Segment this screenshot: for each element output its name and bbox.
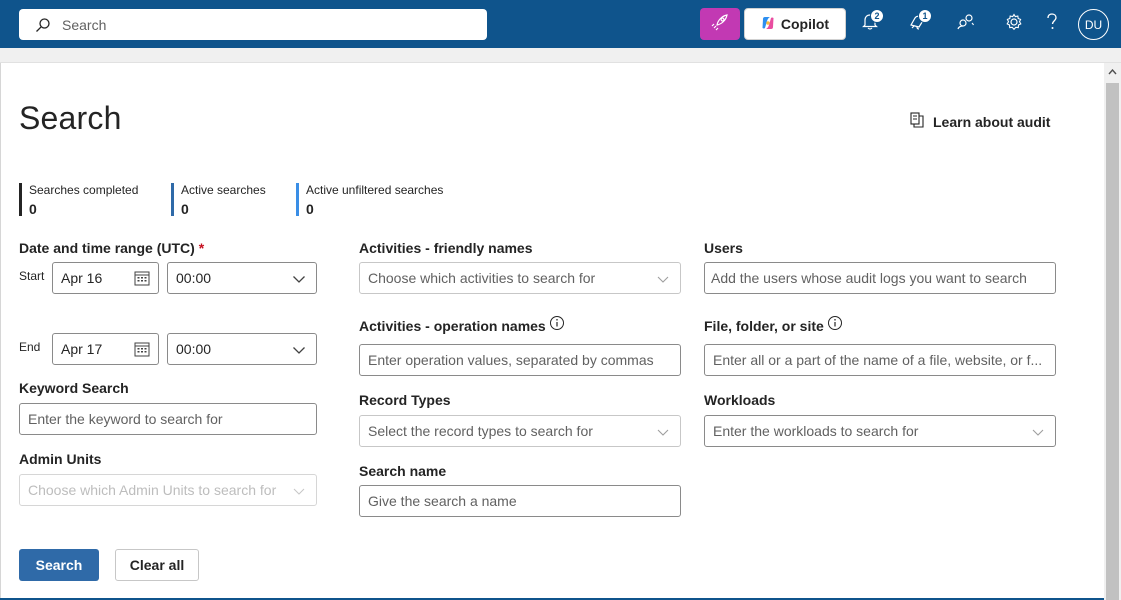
people-icon	[957, 13, 975, 35]
stat-value: 0	[29, 201, 37, 217]
stat-indicator-bar	[171, 183, 174, 216]
learn-about-audit-label: Learn about audit	[933, 113, 1051, 130]
stat-searches-completed: Searches completed 0	[19, 183, 139, 217]
activities-friendly-placeholder: Choose which activities to search for	[368, 270, 596, 286]
users-label: Users	[704, 240, 743, 256]
stat-indicator-bar	[296, 183, 299, 216]
learn-about-audit-link[interactable]: Learn about audit	[910, 112, 1050, 131]
keyword-search-input[interactable]: Enter the keyword to search for	[19, 403, 317, 435]
record-types-label: Record Types	[359, 392, 451, 408]
search-button[interactable]: Search	[19, 549, 99, 581]
admin-units-label: Admin Units	[19, 451, 102, 467]
stat-label: Active unfiltered searches	[306, 183, 444, 197]
end-label: End	[19, 340, 41, 354]
info-icon[interactable]	[549, 315, 565, 331]
top-bar: Search Copilot 2 1 DU	[0, 0, 1121, 48]
stat-active-unfiltered-searches: Active unfiltered searches 0	[296, 183, 444, 217]
start-time-dropdown[interactable]: 00:00	[167, 262, 317, 294]
info-icon[interactable]	[827, 315, 843, 331]
user-avatar[interactable]: DU	[1078, 9, 1109, 40]
end-date-picker[interactable]: Apr 17	[52, 333, 159, 365]
file-folder-site-input[interactable]: Enter all or a part of the name of a fil…	[704, 344, 1056, 376]
settings-button[interactable]	[997, 8, 1031, 40]
clear-all-button[interactable]: Clear all	[115, 549, 199, 581]
scrollbar-thumb[interactable]	[1106, 83, 1119, 600]
notifications-button[interactable]: 2	[853, 8, 887, 40]
stat-active-searches: Active searches 0	[171, 183, 266, 217]
global-search-box[interactable]: Search	[19, 9, 487, 40]
admin-units-placeholder: Choose which Admin Units to search for	[28, 482, 277, 498]
calendar-icon[interactable]	[134, 270, 150, 286]
chevron-down-icon	[292, 272, 306, 286]
end-time-value: 00:00	[176, 341, 212, 357]
copilot-button[interactable]: Copilot	[744, 8, 846, 40]
alerts-button[interactable]: 1	[901, 8, 935, 40]
help-button[interactable]	[1035, 8, 1069, 40]
activities-operation-input[interactable]: Enter operation values, separated by com…	[359, 344, 681, 376]
content-left-border	[0, 63, 1, 600]
workloads-placeholder: Enter the workloads to search for	[713, 423, 919, 439]
workloads-dropdown[interactable]: Enter the workloads to search for	[704, 415, 1056, 447]
gear-icon	[1005, 12, 1023, 36]
file-folder-site-placeholder: Enter all or a part of the name of a fil…	[713, 352, 1043, 368]
search-name-placeholder: Give the search a name	[368, 493, 517, 509]
stat-label: Active searches	[181, 183, 266, 197]
file-folder-site-label: File, folder, or site	[704, 318, 824, 334]
page-title: Search	[19, 100, 122, 136]
workloads-label: Workloads	[704, 392, 776, 408]
chevron-down-icon	[292, 484, 306, 498]
activities-operation-placeholder: Enter operation values, separated by com…	[368, 352, 654, 368]
community-button[interactable]	[949, 8, 983, 40]
users-placeholder: Add the users whose audit logs you want …	[711, 270, 1027, 286]
keyword-search-label: Keyword Search	[19, 380, 129, 396]
start-label: Start	[19, 269, 45, 283]
end-time-dropdown[interactable]: 00:00	[167, 333, 317, 365]
chevron-down-icon	[1031, 425, 1045, 439]
page-scrollbar[interactable]	[1104, 63, 1121, 600]
copilot-logo-icon	[761, 16, 775, 33]
notifications-count-badge: 2	[870, 9, 884, 23]
chevron-down-icon	[292, 343, 306, 357]
activities-friendly-dropdown[interactable]: Choose which activities to search for	[359, 262, 681, 294]
activities-operation-label: Activities - operation names	[359, 318, 546, 334]
record-types-dropdown[interactable]: Select the record types to search for	[359, 415, 681, 447]
scroll-up-arrow-icon[interactable]	[1107, 66, 1118, 77]
admin-units-dropdown[interactable]: Choose which Admin Units to search for	[19, 474, 317, 506]
required-mark: *	[198, 240, 205, 256]
calendar-icon[interactable]	[134, 341, 150, 357]
start-date-picker[interactable]: Apr 16	[52, 262, 159, 294]
copilot-label: Copilot	[780, 16, 830, 32]
date-range-label: Date and time range (UTC) *	[19, 240, 204, 256]
chevron-down-icon	[656, 272, 670, 286]
help-icon	[1045, 12, 1059, 36]
stat-value: 0	[181, 201, 189, 217]
users-input[interactable]: Add the users whose audit logs you want …	[704, 262, 1056, 294]
alerts-count-badge: 1	[918, 9, 932, 23]
rocket-button[interactable]	[700, 8, 740, 40]
stat-indicator-bar	[19, 183, 22, 216]
search-name-input[interactable]: Give the search a name	[359, 485, 681, 517]
search-name-label: Search name	[359, 463, 447, 479]
end-date-value: Apr 17	[61, 341, 103, 357]
chevron-down-icon	[656, 425, 670, 439]
stat-value: 0	[306, 201, 314, 217]
content-header-band	[0, 48, 1121, 63]
start-time-value: 00:00	[176, 270, 212, 286]
search-icon	[34, 16, 52, 34]
stat-label: Searches completed	[29, 183, 139, 197]
activities-friendly-label: Activities - friendly names	[359, 240, 533, 256]
start-date-value: Apr 16	[61, 270, 103, 286]
global-search-placeholder: Search	[62, 16, 107, 33]
date-range-label-text: Date and time range (UTC)	[19, 240, 195, 256]
keyword-search-placeholder: Enter the keyword to search for	[28, 411, 223, 427]
rocket-icon	[711, 13, 729, 36]
document-copy-icon	[910, 112, 924, 131]
record-types-placeholder: Select the record types to search for	[368, 423, 593, 439]
